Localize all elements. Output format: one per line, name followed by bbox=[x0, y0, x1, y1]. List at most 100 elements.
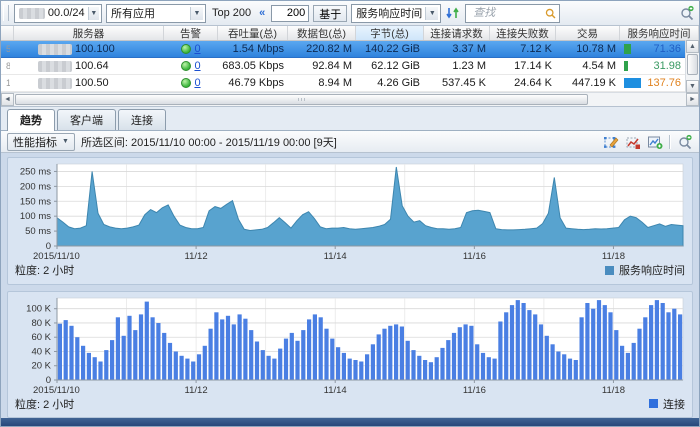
svg-text:60 K: 60 K bbox=[31, 332, 51, 343]
metric-select[interactable]: 服务响应时间 ▼ bbox=[351, 4, 441, 23]
export-chart-icon[interactable] bbox=[647, 134, 663, 150]
conn_failures-cell: 17.14 K bbox=[490, 58, 556, 74]
toolbar-grip[interactable] bbox=[3, 5, 9, 21]
select-region-icon[interactable] bbox=[603, 134, 619, 150]
alarm-cell: 0 bbox=[164, 75, 218, 91]
column-header-吞吐量(总)[interactable]: 吞吐量(总) bbox=[218, 26, 288, 40]
column-header-服务器[interactable]: 服务器 bbox=[14, 26, 164, 40]
app-window: 00.0/24 ▼ 所有应用 ▼ Top 200 « 基于 服务响应时间 ▼ bbox=[0, 0, 700, 427]
redacted-ip-prefix bbox=[19, 8, 45, 19]
svg-text:11/12: 11/12 bbox=[185, 251, 208, 262]
server-cell: 100.50 bbox=[14, 75, 164, 91]
top-count-input[interactable] bbox=[271, 5, 309, 22]
table-header-row: 服务器告警吞吐量(总)数据包(总)字节(总)连接请求数连接失败数交易服务响应时间 bbox=[1, 26, 699, 41]
hscroll-thumb[interactable] bbox=[15, 94, 588, 105]
bytes-cell: 4.26 GiB bbox=[356, 75, 424, 91]
transactions-cell: 447.19 K bbox=[556, 75, 620, 91]
window-bottom-edge bbox=[1, 418, 699, 426]
search-box bbox=[465, 4, 560, 23]
server-table: 服务器告警吞吐量(总)数据包(总)字节(总)连接请求数连接失败数交易服务响应时间… bbox=[1, 26, 699, 107]
response-time-bar bbox=[624, 44, 631, 54]
scroll-right-arrow[interactable]: ► bbox=[686, 93, 699, 106]
conn_failures-cell: 24.64 K bbox=[490, 75, 556, 91]
search-icon[interactable] bbox=[544, 7, 557, 20]
row-index: 5 bbox=[1, 41, 14, 57]
table-row[interactable]: 8100.640683.05 Kbps92.84 M62.12 GiB1.23 … bbox=[1, 58, 699, 75]
legend-label: 连接 bbox=[663, 396, 685, 412]
vertical-scrollbar[interactable]: ▲ ▼ bbox=[685, 40, 699, 93]
network-select-value: 00.0/24 bbox=[48, 7, 85, 19]
svg-text:2015/11/10: 2015/11/10 bbox=[33, 385, 80, 396]
advanced-search-icon[interactable] bbox=[679, 5, 695, 21]
scroll-left-arrow[interactable]: ◄ bbox=[1, 93, 14, 106]
trend-toolbar: 性能指标 ▼ 所选区间: 2015/11/10 00:00 - 2015/11/… bbox=[1, 131, 699, 153]
svg-text:100 K: 100 K bbox=[26, 303, 51, 314]
column-header-index[interactable] bbox=[1, 26, 14, 40]
packets-cell: 92.84 M bbox=[288, 58, 356, 74]
response-time-chart-panel: 250 ms200 ms150 ms100 ms50 ms02015/11/10… bbox=[7, 157, 693, 285]
table-row[interactable]: 1100.50 0 46.79 Kbps8.94 M4.26 GiB537.45 K… bbox=[1, 75, 699, 92]
connections-chart[interactable]: 100 K80 K60 K40 K20 K02015/11/1011/1211/… bbox=[13, 296, 691, 396]
column-header-连接请求数[interactable]: 连接请求数 bbox=[424, 26, 490, 40]
column-header-告警[interactable]: 告警 bbox=[164, 26, 218, 40]
chart-legend: 连接 bbox=[649, 396, 685, 412]
sort-icon[interactable] bbox=[445, 5, 461, 21]
based-on-button[interactable]: 基于 bbox=[313, 5, 347, 22]
alarm-count-link[interactable]: 0 bbox=[194, 77, 200, 89]
bytes-cell: 140.22 GiB bbox=[356, 41, 424, 57]
chevron-down-icon: ▼ bbox=[62, 138, 69, 145]
column-header-交易[interactable]: 交易 bbox=[556, 26, 620, 40]
svg-text:200 ms: 200 ms bbox=[20, 181, 51, 192]
packets-cell: 8.94 M bbox=[288, 75, 356, 91]
svg-text:20 K: 20 K bbox=[31, 360, 51, 371]
alarm-status-icon bbox=[181, 78, 191, 88]
svg-text:11/14: 11/14 bbox=[324, 385, 347, 396]
column-header-字节(总)[interactable]: 字节(总) bbox=[356, 26, 424, 40]
conn_requests-cell: 537.45 K bbox=[424, 75, 490, 91]
scroll-down-arrow[interactable]: ▼ bbox=[686, 80, 699, 93]
column-header-数据包(总)[interactable]: 数据包(总) bbox=[288, 26, 356, 40]
column-header-连接失败数[interactable]: 连接失败数 bbox=[490, 26, 556, 40]
response-time-chart[interactable]: 250 ms200 ms150 ms100 ms50 ms02015/11/10… bbox=[13, 162, 691, 262]
svg-text:11/18: 11/18 bbox=[602, 251, 625, 262]
tab-连接[interactable]: 连接 bbox=[118, 109, 166, 130]
metric-select-value: 服务响应时间 bbox=[356, 5, 422, 21]
tab-客户端[interactable]: 客户端 bbox=[57, 109, 116, 130]
connections-chart-panel: 100 K80 K60 K40 K20 K02015/11/1011/1211/… bbox=[7, 291, 693, 419]
throughput-cell: 1.54 Mbps bbox=[218, 41, 288, 57]
zoom-region-icon[interactable] bbox=[625, 134, 641, 150]
row-index: 8 bbox=[1, 58, 14, 74]
column-header-服务响应时间[interactable]: 服务响应时间 bbox=[620, 26, 699, 40]
alarm-status-icon bbox=[181, 44, 191, 54]
granularity-label: 粒度: 2 小时 bbox=[15, 262, 74, 278]
application-select-value: 所有应用 bbox=[111, 5, 187, 21]
server-cell: 100.64 bbox=[14, 58, 164, 74]
chevron-down-icon: ▼ bbox=[190, 7, 203, 20]
chevron-down-icon: ▼ bbox=[425, 7, 438, 20]
svg-text:150 ms: 150 ms bbox=[20, 196, 51, 207]
row-index: 1 bbox=[1, 75, 14, 91]
table-row[interactable]: 5100.10001.54 Mbps220.82 M140.22 GiB3.37… bbox=[1, 41, 699, 58]
alarm-count-link[interactable]: 0 bbox=[194, 60, 200, 72]
metric-category-button[interactable]: 性能指标 ▼ bbox=[7, 133, 75, 151]
svg-text:2015/11/10: 2015/11/10 bbox=[33, 251, 80, 262]
top-n-label: Top 200 bbox=[210, 7, 253, 19]
top-toolbar: 00.0/24 ▼ 所有应用 ▼ Top 200 « 基于 服务响应时间 ▼ bbox=[1, 1, 699, 26]
selected-range-label: 所选区间: 2015/11/10 00:00 - 2015/11/19 00:0… bbox=[81, 134, 337, 150]
chart-search-icon[interactable] bbox=[677, 134, 693, 150]
vscroll-thumb[interactable] bbox=[687, 54, 698, 75]
alarm-count-link[interactable]: 0 bbox=[194, 43, 200, 55]
horizontal-scrollbar[interactable]: ◄ ► bbox=[1, 92, 699, 106]
alarm-cell: 0 bbox=[164, 58, 218, 74]
scroll-up-arrow[interactable]: ▲ bbox=[686, 40, 699, 53]
application-select[interactable]: 所有应用 ▼ bbox=[106, 4, 206, 23]
network-select[interactable]: 00.0/24 ▼ bbox=[14, 4, 102, 23]
svg-text:11/14: 11/14 bbox=[324, 251, 347, 262]
svg-text:50 ms: 50 ms bbox=[25, 226, 51, 237]
server-cell: 100.100 bbox=[14, 41, 164, 57]
throughput-cell: 46.79 Kbps bbox=[218, 75, 288, 91]
tab-趋势[interactable]: 趋势 bbox=[7, 109, 55, 131]
collapse-link[interactable]: « bbox=[257, 7, 267, 19]
alarm-cell: 0 bbox=[164, 41, 218, 57]
search-input[interactable] bbox=[471, 6, 544, 20]
